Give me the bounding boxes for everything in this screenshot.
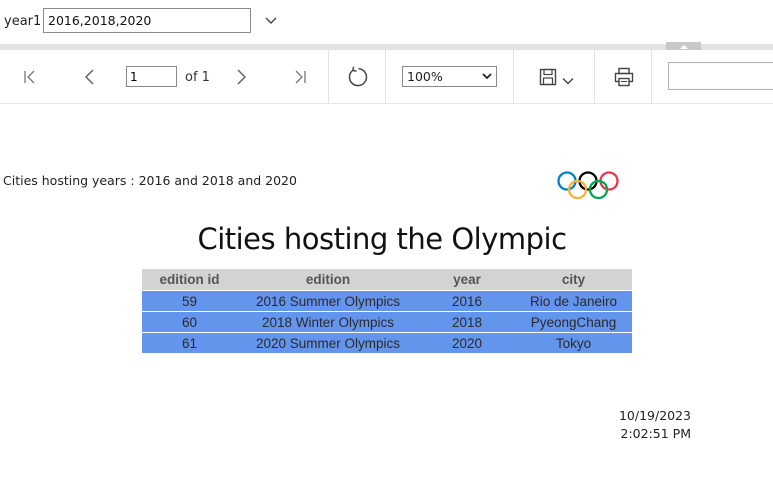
first-page-button[interactable] — [18, 50, 42, 103]
collapse-parameters-handle[interactable] — [666, 42, 701, 50]
previous-page-button[interactable] — [78, 50, 102, 103]
toolbar-divider — [385, 50, 386, 103]
toolbar-divider — [513, 50, 514, 103]
parameter-bar: year1 — [0, 0, 773, 44]
current-page-input[interactable] — [126, 66, 177, 87]
refresh-icon — [348, 66, 368, 86]
year1-param-label: year1 — [4, 14, 42, 29]
cell-edition-id: 61 — [142, 332, 237, 353]
cell-year: 2020 — [419, 332, 515, 353]
table-row: 61 2020 Summer Olympics 2020 Tokyo — [142, 332, 632, 353]
zoom-select[interactable]: 100% — [402, 66, 497, 87]
toolbar-divider — [594, 50, 595, 103]
caret-up-icon — [679, 44, 688, 49]
report-time: 2:02:51 PM — [620, 426, 691, 441]
cell-edition: 2016 Summer Olympics — [237, 290, 419, 312]
table-header-row: edition id edition year city — [142, 269, 632, 291]
first-page-icon — [24, 70, 35, 83]
zoom-value: 100% — [407, 69, 443, 84]
cell-city: Rio de Janeiro — [515, 290, 632, 312]
cell-year: 2016 — [419, 290, 515, 312]
cell-edition: 2018 Winter Olympics — [237, 311, 419, 333]
report-title: Cities hosting the Olympic — [197, 222, 567, 256]
print-button[interactable] — [610, 50, 638, 103]
cell-city: Tokyo — [515, 332, 632, 353]
year1-param-input[interactable] — [43, 8, 251, 33]
chevron-down-icon — [482, 73, 492, 80]
refresh-button[interactable] — [343, 50, 371, 103]
cell-edition-id: 59 — [142, 290, 237, 312]
printer-icon — [614, 67, 634, 86]
toolbar-divider — [651, 50, 652, 103]
column-header-edition-id: edition id — [142, 269, 237, 291]
column-header-city: city — [515, 269, 632, 291]
page-count-label: of 1 — [185, 70, 210, 85]
last-page-icon — [295, 70, 306, 83]
report-date: 10/19/2023 — [618, 408, 691, 423]
chevron-down-icon — [265, 17, 277, 24]
chevron-left-icon — [84, 68, 94, 85]
report-subtitle: Cities hosting years : 2016 and 2018 and… — [3, 173, 297, 188]
year1-dropdown-button[interactable] — [263, 12, 279, 30]
export-button[interactable] — [533, 50, 579, 103]
last-page-button[interactable] — [288, 50, 312, 103]
toolbar-divider — [328, 50, 329, 103]
olympics-table: edition id edition year city 59 2016 Sum… — [142, 269, 632, 353]
chevron-down-icon — [562, 77, 574, 84]
column-header-edition: edition — [237, 269, 419, 291]
cell-year: 2018 — [419, 311, 515, 333]
olympic-rings-logo — [557, 171, 619, 200]
report-toolbar: of 1 100% — [0, 50, 773, 104]
chevron-right-icon — [237, 68, 247, 85]
next-page-button[interactable] — [229, 50, 253, 103]
cell-edition: 2020 Summer Olympics — [237, 332, 419, 353]
cell-edition-id: 60 — [142, 311, 237, 333]
column-header-year: year — [419, 269, 515, 291]
save-icon — [539, 68, 557, 85]
table-row: 59 2016 Summer Olympics 2016 Rio de Jane… — [142, 290, 632, 312]
table-row: 60 2018 Winter Olympics 2018 PyeongChang — [142, 311, 632, 333]
find-text-input[interactable] — [668, 62, 773, 90]
cell-city: PyeongChang — [515, 311, 632, 333]
